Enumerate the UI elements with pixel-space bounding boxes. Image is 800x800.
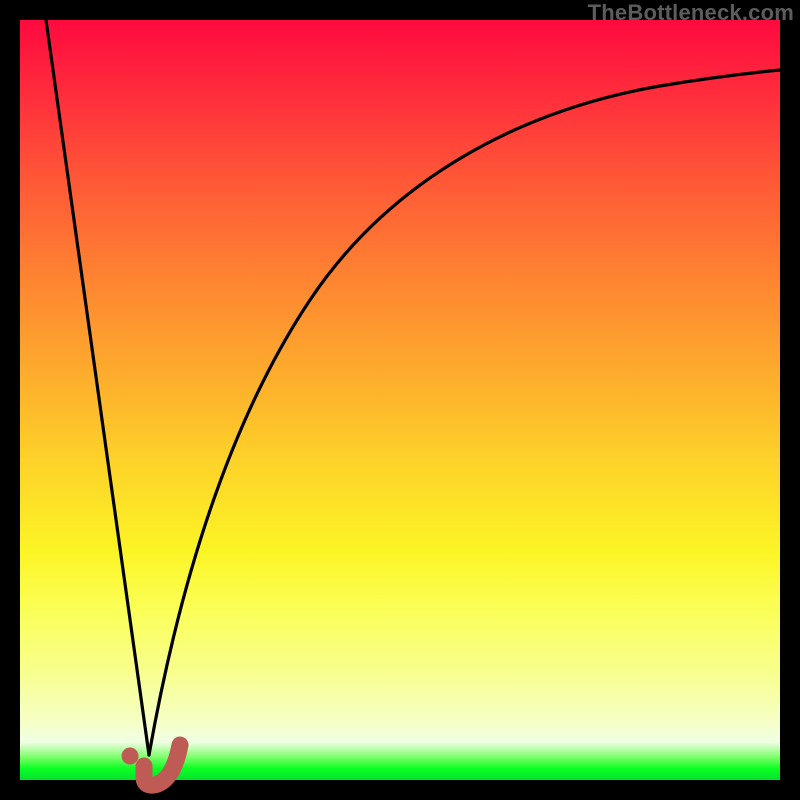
curves-svg: [20, 20, 780, 780]
watermark-text: TheBottleneck.com: [588, 0, 794, 26]
curve-left: [46, 20, 149, 755]
curve-right: [149, 70, 780, 755]
marker-j-dot: [122, 748, 139, 765]
chart-frame: TheBottleneck.com: [0, 0, 800, 800]
